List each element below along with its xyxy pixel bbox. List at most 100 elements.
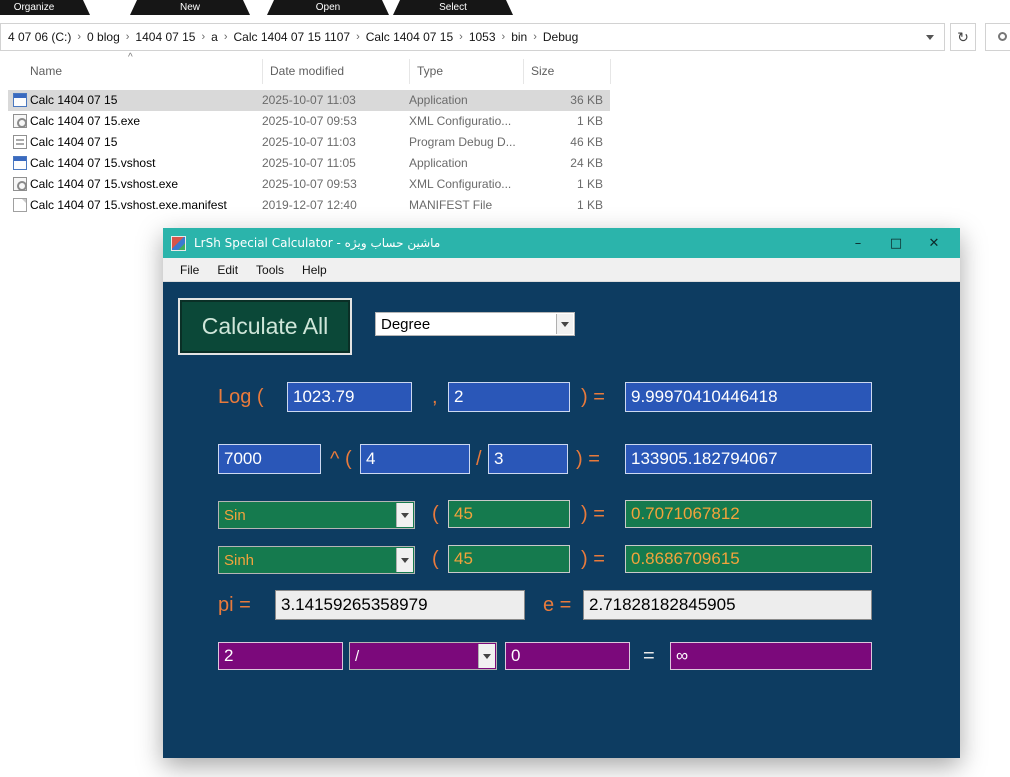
chevron-down-icon [556,314,573,334]
custom-result-output[interactable] [670,642,872,670]
address-bar[interactable]: 4 07 06 (C:) › 0 blog › 1404 07 15 › a ›… [0,23,945,51]
power-exp-num-input[interactable] [360,444,470,474]
breadcrumb-item[interactable]: 1053 [465,30,500,44]
column-header-size[interactable]: Size [531,59,554,84]
pi-value-output[interactable] [275,590,525,620]
chevron-down-icon [478,644,495,668]
file-row[interactable]: Calc 1404 07 15.vshost 2025-10-07 11:05 … [8,153,610,174]
file-type: XML Configuratio... [409,174,511,195]
breadcrumb-item[interactable]: 0 blog [83,30,124,44]
file-row[interactable]: Calc 1404 07 15 2025-10-07 11:03 Program… [8,132,610,153]
close-button[interactable]: ✕ [915,228,953,258]
custom-operator-select[interactable]: / [349,642,497,670]
menu-file[interactable]: File [171,263,208,277]
breadcrumb-separator-icon: › [457,31,465,43]
hyper-open-label: ( [432,545,439,573]
file-size: 24 KB [523,153,603,174]
custom-equals-label: = [643,642,655,670]
chevron-down-icon [396,548,413,572]
file-row[interactable]: Calc 1404 07 15.vshost.exe.manifest 2019… [8,195,610,216]
file-modified: 2025-10-07 11:03 [262,132,356,153]
power-op-label: ^ ( [330,444,352,474]
file-size: 1 KB [523,195,603,216]
calculator-titlebar[interactable]: LrSh Special Calculator - ماشين حساب ويژ… [163,228,960,258]
menu-edit[interactable]: Edit [208,263,247,277]
hyper-function-select[interactable]: Sinh [218,546,415,574]
column-divider [409,59,410,84]
column-divider [523,59,524,84]
breadcrumb-separator-icon: › [354,31,362,43]
ribbon-tab-open[interactable]: Open [267,0,389,15]
power-result-output[interactable] [625,444,872,474]
breadcrumb-item[interactable]: 4 07 06 (C:) [4,30,75,44]
file-modified: 2025-10-07 11:03 [262,90,356,111]
file-modified: 2025-10-07 11:05 [262,153,356,174]
custom-operator-value: / [355,648,359,665]
file-size: 1 KB [523,174,603,195]
chevron-down-icon [396,503,413,527]
power-exp-den-input[interactable] [488,444,568,474]
file-list-header: Name Date modified Type Size [8,59,610,84]
breadcrumb-separator-icon: › [531,31,539,43]
file-row[interactable]: Calc 1404 07 15.exe 2025-10-07 09:53 XML… [8,111,610,132]
config-file-icon [13,177,27,191]
e-value-output[interactable] [583,590,872,620]
breadcrumb-item[interactable]: Calc 1404 07 15 [362,30,457,44]
address-dropdown-chevron-icon[interactable] [926,35,934,40]
app-icon [171,236,186,251]
breadcrumb-separator-icon: › [75,31,83,43]
file-modified: 2025-10-07 09:53 [262,174,357,195]
refresh-button[interactable]: ↻ [950,23,976,51]
breadcrumb-item[interactable]: bin [507,30,531,44]
trig-function-select[interactable]: Sin [218,501,415,529]
calculate-all-button[interactable]: Calculate All [178,298,352,355]
ribbon-tab-new[interactable]: New [130,0,250,15]
desktop-screen: Organize New Open Select 4 07 06 (C:) › … [0,0,1010,777]
file-modified: 2025-10-07 09:53 [262,111,357,132]
search-box[interactable] [985,23,1010,51]
hyper-close-label: ) = [581,545,605,573]
breadcrumb-item[interactable]: Calc 1404 07 15 1107 [230,30,355,44]
breadcrumb-separator-icon: › [222,31,230,43]
file-type: Program Debug D... [409,132,516,153]
maximize-button[interactable]: □ [877,228,915,258]
breadcrumb-separator-icon: › [500,31,508,43]
breadcrumb-item[interactable]: Debug [539,30,582,44]
file-name: Calc 1404 07 15.vshost [30,153,155,174]
power-slash-label: / [476,444,482,474]
trig-result-output[interactable] [625,500,872,528]
breadcrumb-item[interactable]: 1404 07 15 [131,30,199,44]
application-icon [13,156,27,170]
hyper-arg-input[interactable] [448,545,570,573]
menu-tools[interactable]: Tools [247,263,293,277]
file-type: XML Configuratio... [409,111,511,132]
manifest-file-icon [13,198,27,212]
log-base-input[interactable] [287,382,412,412]
power-close-label: ) = [576,444,600,474]
custom-operand-a-input[interactable] [218,642,343,670]
debug-db-icon [13,135,27,149]
power-base-input[interactable] [218,444,321,474]
file-name: Calc 1404 07 15 [30,90,117,111]
file-row[interactable]: Calc 1404 07 15.vshost.exe 2025-10-07 09… [8,174,610,195]
angle-mode-select[interactable]: Degree [375,312,575,336]
column-header-name[interactable]: Name [30,59,62,84]
file-name: Calc 1404 07 15 [30,132,117,153]
search-icon [998,32,1007,41]
ribbon-tab-select[interactable]: Select [393,0,513,15]
log-arg-input[interactable] [448,382,570,412]
custom-operand-b-input[interactable] [505,642,630,670]
window-title: LrSh Special Calculator - ماشين حساب ويژ… [194,236,440,250]
minimize-button[interactable]: – [839,228,877,258]
trig-arg-input[interactable] [448,500,570,528]
column-header-modified[interactable]: Date modified [270,59,344,84]
log-result-output[interactable] [625,382,872,412]
breadcrumb-item[interactable]: a [207,30,222,44]
hyper-result-output[interactable] [625,545,872,573]
menu-help[interactable]: Help [293,263,336,277]
file-row[interactable]: Calc 1404 07 15 2025-10-07 11:03 Applica… [8,90,610,111]
trig-open-label: ( [432,500,439,528]
column-header-type[interactable]: Type [417,59,443,84]
ribbon-tab-organize[interactable]: Organize [0,0,90,15]
application-icon [13,93,27,107]
